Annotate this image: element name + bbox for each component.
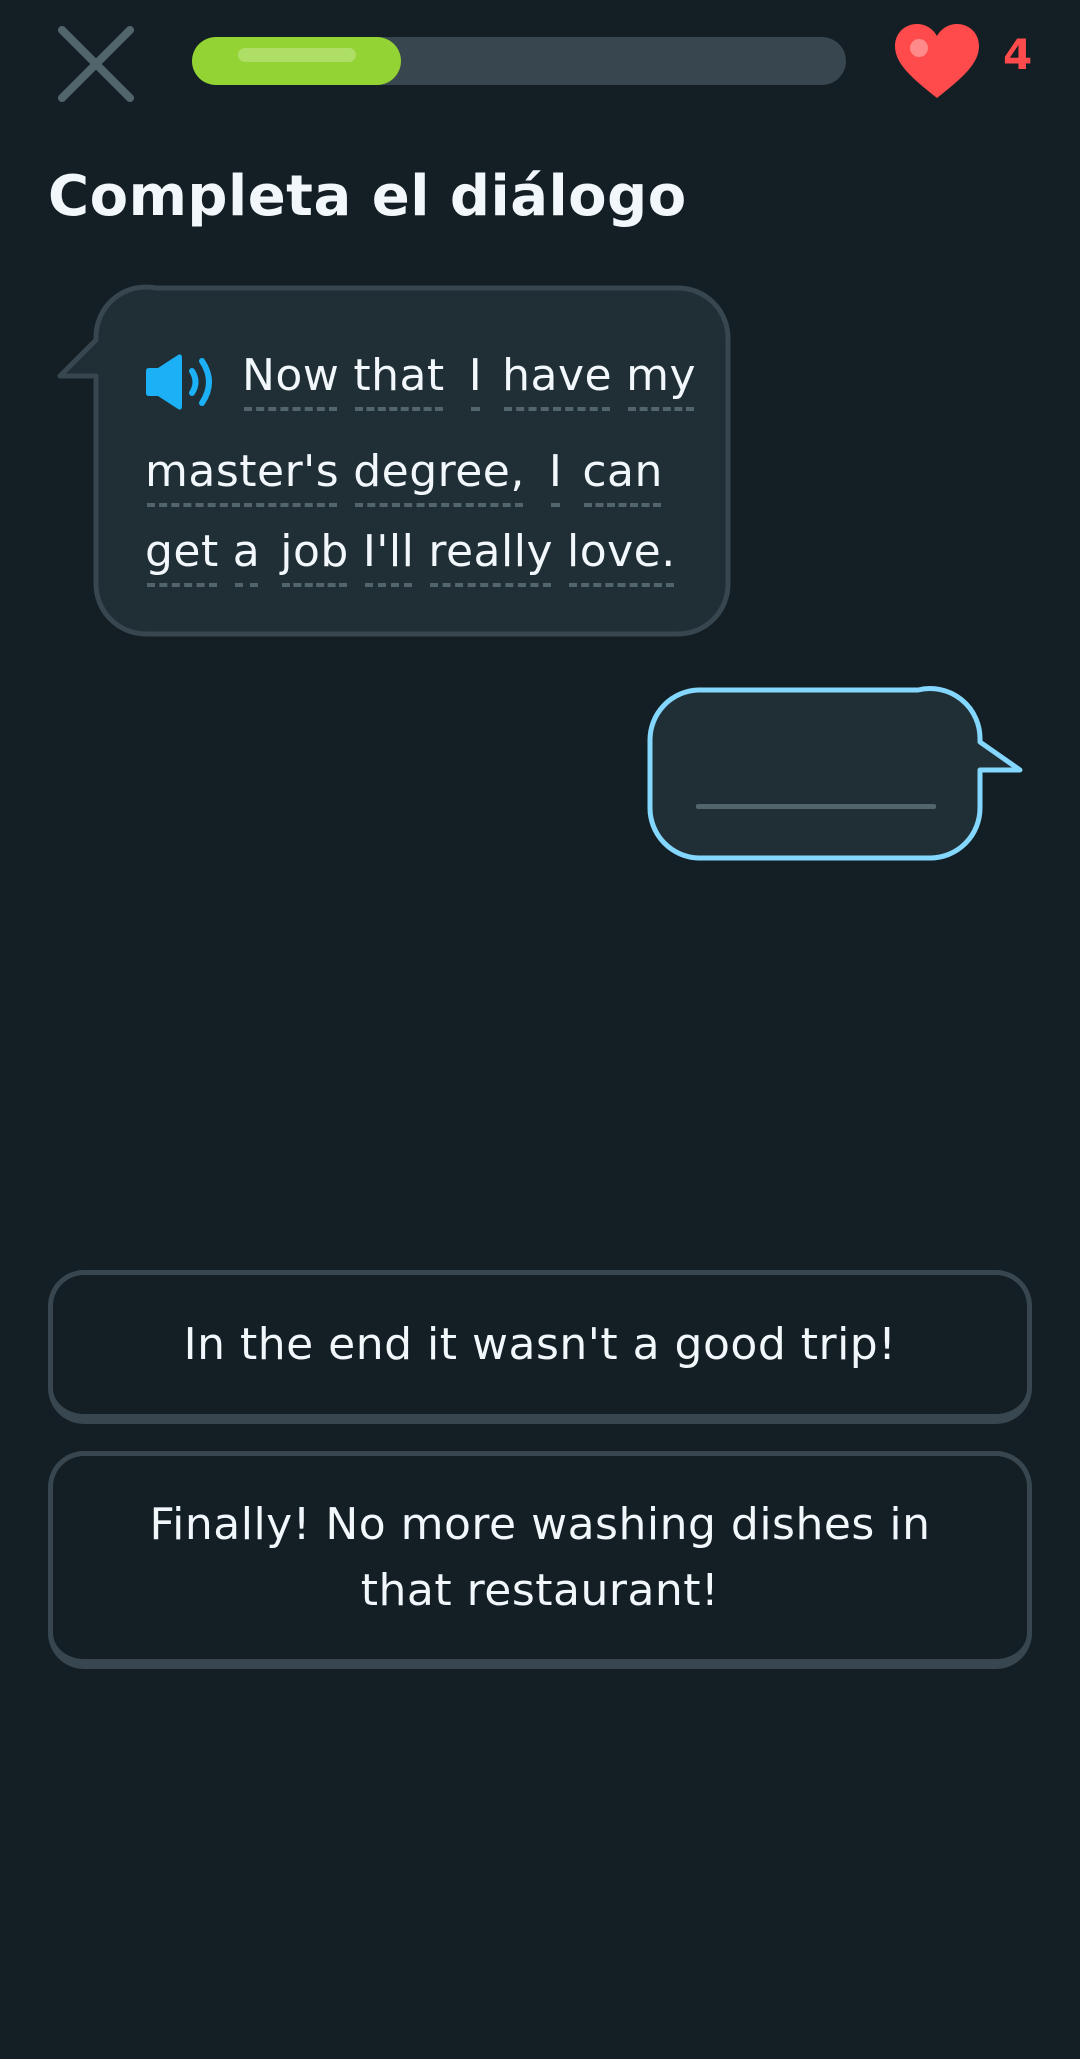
answer-blank-line [696, 804, 936, 809]
prompt-word[interactable]: degree, [353, 446, 525, 507]
prompt-word[interactable]: a [233, 526, 260, 587]
hearts-indicator[interactable] [892, 22, 982, 102]
page-title: Completa el diálogo [48, 164, 687, 229]
hearts-count: 4 [1003, 30, 1033, 79]
close-icon [58, 26, 134, 102]
prompt-word[interactable]: I'll [363, 526, 415, 587]
prompt-word[interactable]: job [280, 526, 349, 587]
prompt-word[interactable]: get [145, 526, 219, 587]
prompt-line-2: master's degree, Ican [145, 446, 677, 507]
speaker-button[interactable] [142, 351, 218, 413]
speaker-icon [146, 354, 212, 410]
choice-option-1[interactable]: In the end it wasn't a good trip! [48, 1270, 1032, 1424]
lesson-progress-bar [192, 37, 846, 85]
choice-option-2[interactable]: Finally! No more washing dishes in that … [48, 1451, 1032, 1669]
progress-shine [238, 48, 356, 62]
prompt-word[interactable]: can [582, 446, 663, 507]
prompt-word[interactable]: really [428, 526, 553, 587]
prompt-word[interactable]: love. [567, 526, 676, 587]
prompt-line-1: Now that Ihave my [242, 350, 710, 411]
answer-bubble[interactable] [646, 686, 1026, 862]
prompt-word[interactable]: have [502, 350, 612, 411]
heart-icon [895, 24, 979, 98]
prompt-word[interactable]: I [469, 350, 482, 411]
prompt-word[interactable]: master's [145, 446, 339, 507]
close-button[interactable] [52, 20, 140, 108]
prompt-line-3: get a job I'll really love. [145, 526, 690, 587]
prompt-word[interactable]: Now [242, 350, 339, 411]
prompt-word[interactable]: I [549, 446, 562, 507]
progress-fill [192, 37, 401, 85]
prompt-word[interactable]: that [353, 350, 444, 411]
prompt-word[interactable]: my [626, 350, 696, 411]
